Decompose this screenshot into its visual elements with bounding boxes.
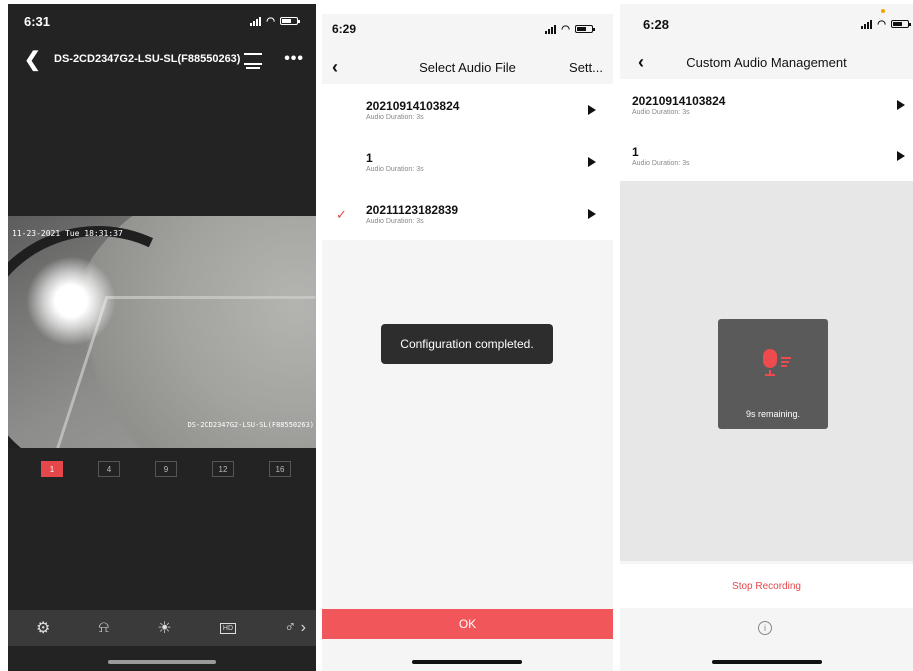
recording-remaining: 9s remaining. [745,409,801,419]
status-icons: ◠ [250,15,300,27]
audio-file-name: 20210914103824 [366,99,460,113]
audio-file-row[interactable]: 20210914103824 Audio Duration: 3s [322,84,613,136]
home-indicator [108,660,216,664]
signal-icon [250,16,262,26]
nav-bar: ❮ DS-2CD2347G2-LSU-SL(F88550263) ••• [8,44,316,74]
audio-file-name: 1 [632,144,639,159]
bell-icon[interactable]: ⍾ [99,619,110,637]
audio-duration: Audio Duration: 3s [366,218,424,225]
back-icon[interactable]: ❮ [24,47,50,72]
split-option-4[interactable]: 4 [98,461,120,477]
toast-message: Configuration completed. [381,324,553,364]
audio-duration: Audio Duration: 3s [632,108,690,116]
split-option-1[interactable]: 1 [41,461,63,477]
more-icon[interactable]: ••• [284,50,304,68]
stop-recording-button[interactable]: Stop Recording [620,564,913,608]
play-icon[interactable] [897,150,905,161]
feed-camera-name: DS-2CD2347G2-LSU-SL(F88550263) [187,421,314,429]
status-time: 6:28 [643,16,670,32]
settings-button[interactable]: Sett... [569,60,603,75]
audio-file-row-selected[interactable]: ✓ 20211123182839 Audio Duration: 3s [322,188,613,240]
audio-file-name: 1 [366,151,373,165]
audio-file-name: 20211123182839 [366,203,459,217]
device-list-icon[interactable] [244,53,263,69]
screenshot-collage: 6:31 ◠ ❮ DS-2CD2347G2-LSU-SL(F88550263) … [0,0,913,671]
microphone-icon [763,349,777,376]
audio-file-row[interactable]: 1 Audio Duration: 3s [620,130,913,181]
nav-bar: ‹ Select Audio File Sett... [322,54,613,80]
live-view-screen: 6:31 ◠ ❮ DS-2CD2347G2-LSU-SL(F88550263) … [8,4,316,671]
status-time: 6:31 [24,13,51,29]
home-indicator [412,660,522,664]
live-toolbar: ⚙ ⍾ ☀ HD ♂ › [8,610,316,646]
audio-duration: Audio Duration: 3s [366,166,424,173]
recording-dialog: 9s remaining. [718,319,828,429]
status-bar: 6:28 ◠ [620,4,913,44]
status-icons: ◠ [545,23,595,35]
volume-level-icon [781,357,791,369]
custom-audio-screen: 6:28 ◠ ‹ Custom Audio Management 2021091… [620,4,913,671]
nav-bar: ‹ Custom Audio Management [620,50,913,74]
split-option-12[interactable]: 12 [212,461,234,477]
light-icon[interactable]: ☀ [157,618,171,638]
audio-file-name: 20210914103824 [632,93,726,108]
window-split-selector: 1 4 9 12 16 [8,461,316,477]
feed-light-glare [26,256,116,346]
battery-icon [575,25,595,33]
microphone-icon[interactable]: ♂ › [284,619,306,637]
wifi-icon: ◠ [561,23,570,35]
mic-in-use-indicator [881,9,885,13]
battery-icon [280,17,300,25]
wifi-icon: ◠ [877,18,886,30]
select-audio-screen: 6:29 ◠ ‹ Select Audio File Sett... 20210… [322,14,613,671]
checkmark-icon: ✓ [336,207,347,222]
signal-icon [545,24,557,34]
hd-icon[interactable]: HD [219,622,237,634]
audio-duration: Audio Duration: 3s [366,114,424,121]
info-icon[interactable]: i [758,621,772,635]
status-bar: 6:29 ◠ [322,14,613,44]
status-icons: ◠ [861,18,911,30]
audio-file-row[interactable]: 1 Audio Duration: 3s [322,136,613,188]
camera-feed[interactable]: 11-23-2021 Tue 18:31:37 DS-2CD2347G2-LSU… [8,216,316,448]
audio-file-row[interactable]: 20210914103824 Audio Duration: 3s [620,79,913,130]
play-icon[interactable] [588,105,596,115]
split-option-16[interactable]: 16 [269,461,291,477]
play-icon[interactable] [897,99,905,110]
feed-timestamp: 11-23-2021 Tue 18:31:37 [12,229,123,238]
ok-button[interactable]: OK [322,609,613,639]
wifi-icon: ◠ [266,15,275,27]
battery-icon [891,20,911,28]
signal-icon [861,19,873,29]
status-time: 6:29 [332,22,357,36]
play-icon[interactable] [588,209,596,219]
audio-duration: Audio Duration: 3s [632,159,690,167]
device-title: DS-2CD2347G2-LSU-SL(F88550263) [54,53,241,65]
play-icon[interactable] [588,157,596,167]
audio-file-list: 20210914103824 Audio Duration: 3s 1 Audi… [322,84,613,240]
audio-file-list: 20210914103824 Audio Duration: 3s 1 Audi… [620,79,913,181]
light-off-icon[interactable]: ⚙ [36,618,50,638]
split-option-9[interactable]: 9 [155,461,177,477]
home-indicator [712,660,822,664]
page-title: Custom Audio Management [686,54,847,70]
status-bar: 6:31 ◠ [8,4,316,38]
